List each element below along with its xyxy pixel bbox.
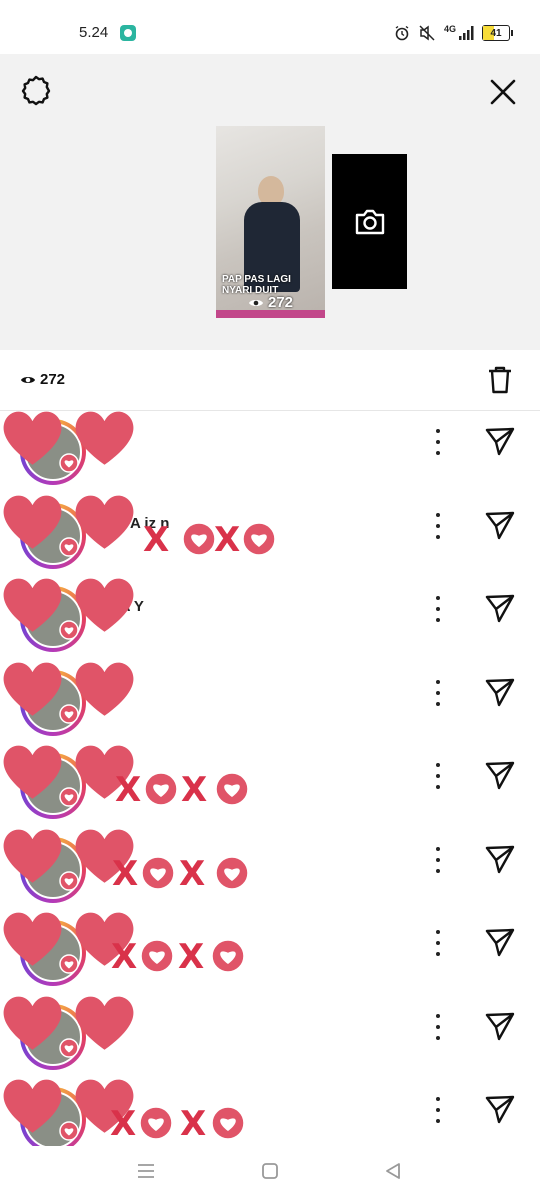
battery-level: 41 xyxy=(490,27,502,39)
mute-icon xyxy=(419,25,435,41)
svg-text:X: X xyxy=(111,937,137,977)
svg-text:X: X xyxy=(179,854,205,894)
battery-icon: 41 xyxy=(482,25,513,41)
viewer-row[interactable] xyxy=(0,662,540,746)
send-icon[interactable] xyxy=(484,592,516,624)
status-icons: 4G 41 xyxy=(394,22,513,44)
svg-text:X: X xyxy=(214,520,240,560)
more-options-button[interactable] xyxy=(430,1097,446,1123)
story-view-overlay: 272 xyxy=(248,294,293,311)
viewer-row[interactable]: s aXX xyxy=(0,829,540,913)
signal-icon xyxy=(459,26,474,40)
svg-text:X: X xyxy=(181,770,207,810)
privacy-xo-sticker: XX xyxy=(115,770,249,810)
more-options-button[interactable] xyxy=(430,1013,446,1040)
status-bar: 5.24 4G 41 xyxy=(0,0,540,54)
alarm-icon xyxy=(395,25,409,41)
privacy-xo-sticker: XX xyxy=(111,937,245,977)
more-options-button[interactable] xyxy=(430,763,446,789)
viewer-count: 272 xyxy=(40,371,66,388)
menu-icon[interactable] xyxy=(136,1160,156,1182)
viewer-list: I A fa N A iz nXX NDA Y y aXX s aXX u aX… xyxy=(0,411,540,1163)
add-story-button[interactable] xyxy=(332,154,407,289)
svg-text:X: X xyxy=(112,854,138,894)
viewer-row[interactable]: y aXX xyxy=(0,745,540,829)
home-icon[interactable] xyxy=(261,1160,279,1182)
story-caption: PAP PAS LAGI NYARI DUIT xyxy=(222,274,291,296)
close-icon[interactable] xyxy=(490,79,516,105)
svg-text:X: X xyxy=(178,937,204,977)
story-header: PAP PAS LAGI NYARI DUIT 272 xyxy=(0,54,540,404)
viewer-row[interactable]: u aXX xyxy=(0,912,540,996)
camera-icon xyxy=(355,209,384,234)
more-options-button[interactable] xyxy=(430,596,446,622)
privacy-xo-sticker: XX xyxy=(112,854,249,894)
privacy-heart-sticker xyxy=(3,578,134,640)
send-icon[interactable] xyxy=(484,926,516,958)
eye-icon xyxy=(21,377,35,383)
viewers-summary: 272 xyxy=(0,350,540,411)
more-options-button[interactable] xyxy=(430,930,446,956)
story-view-count: 272 xyxy=(268,294,294,311)
privacy-xo-sticker: XX xyxy=(143,520,276,560)
more-options-button[interactable] xyxy=(430,512,446,539)
privacy-heart-sticker xyxy=(3,662,134,724)
story-band xyxy=(216,310,325,318)
status-time: 5.24 xyxy=(79,24,109,41)
svg-text:X: X xyxy=(143,520,169,560)
trash-icon[interactable] xyxy=(486,365,514,395)
viewer-row[interactable] xyxy=(0,996,540,1080)
send-icon[interactable] xyxy=(484,1010,516,1042)
story-thumbnail[interactable]: PAP PAS LAGI NYARI DUIT 272 xyxy=(216,126,325,318)
send-icon[interactable] xyxy=(484,843,516,875)
send-icon[interactable] xyxy=(484,759,516,791)
more-options-button[interactable] xyxy=(430,679,446,706)
back-icon[interactable] xyxy=(384,1160,402,1182)
eye-icon xyxy=(249,299,263,306)
send-icon[interactable] xyxy=(484,509,516,541)
svg-text:X: X xyxy=(115,770,141,810)
privacy-heart-sticker xyxy=(3,996,134,1058)
viewer-row[interactable]: NDA Y xyxy=(0,578,540,662)
chat-notification-icon xyxy=(120,25,136,41)
privacy-heart-sticker xyxy=(3,411,134,473)
send-icon[interactable] xyxy=(484,425,516,457)
network-label: 4G xyxy=(443,24,456,34)
send-icon[interactable] xyxy=(484,676,516,708)
send-icon[interactable] xyxy=(484,1093,516,1125)
more-options-button[interactable] xyxy=(430,846,446,873)
svg-text:X: X xyxy=(110,1104,136,1144)
more-options-button[interactable] xyxy=(430,429,446,455)
system-nav-bar xyxy=(0,1146,540,1200)
svg-text:X: X xyxy=(180,1104,206,1144)
viewer-row[interactable]: fa N A iz nXX xyxy=(0,495,540,579)
viewer-row[interactable]: I A xyxy=(0,411,540,495)
gear-icon[interactable] xyxy=(19,74,53,108)
